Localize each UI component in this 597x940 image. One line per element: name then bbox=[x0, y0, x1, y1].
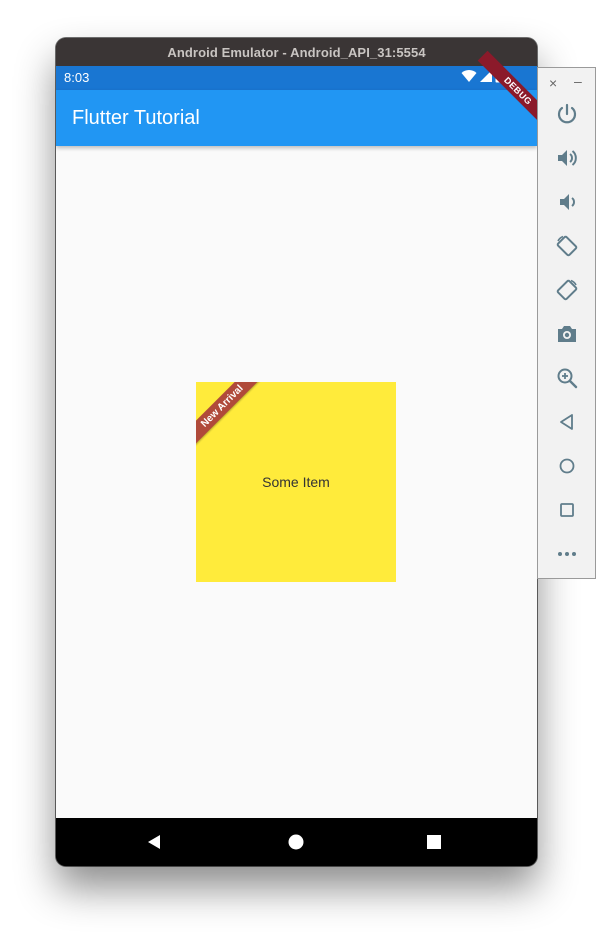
more-icon[interactable] bbox=[555, 542, 579, 566]
back-icon[interactable] bbox=[555, 410, 579, 434]
volume-down-icon[interactable] bbox=[555, 190, 579, 214]
item-card[interactable]: Some Item New Arrival bbox=[196, 382, 396, 582]
camera-icon[interactable] bbox=[555, 322, 579, 346]
home-icon[interactable] bbox=[555, 454, 579, 478]
rotate-right-icon[interactable] bbox=[555, 278, 579, 302]
wifi-icon bbox=[461, 70, 477, 82]
app-bar: Flutter Tutorial bbox=[56, 90, 537, 146]
emulator-window: Android Emulator - Android_API_31:5554 8… bbox=[56, 38, 537, 866]
emulator-side-panel: × – bbox=[537, 67, 596, 579]
minimize-icon[interactable]: – bbox=[574, 74, 582, 88]
app-content: Some Item New Arrival bbox=[56, 146, 537, 818]
android-nav-bar bbox=[56, 818, 537, 866]
zoom-icon[interactable] bbox=[555, 366, 579, 390]
status-bar: 8:03 bbox=[56, 66, 537, 90]
window-titlebar[interactable]: Android Emulator - Android_API_31:5554 bbox=[56, 38, 537, 66]
window-title: Android Emulator - Android_API_31:5554 bbox=[167, 44, 426, 60]
volume-up-icon[interactable] bbox=[555, 146, 579, 170]
overview-icon[interactable] bbox=[555, 498, 579, 522]
back-icon[interactable] bbox=[145, 832, 165, 852]
status-time: 8:03 bbox=[64, 70, 90, 85]
app-bar-title: Flutter Tutorial bbox=[72, 107, 200, 129]
power-icon[interactable] bbox=[555, 102, 579, 126]
home-icon[interactable] bbox=[286, 832, 306, 852]
rotate-left-icon[interactable] bbox=[555, 234, 579, 258]
close-icon[interactable]: × bbox=[549, 76, 557, 90]
recents-icon[interactable] bbox=[424, 832, 444, 852]
